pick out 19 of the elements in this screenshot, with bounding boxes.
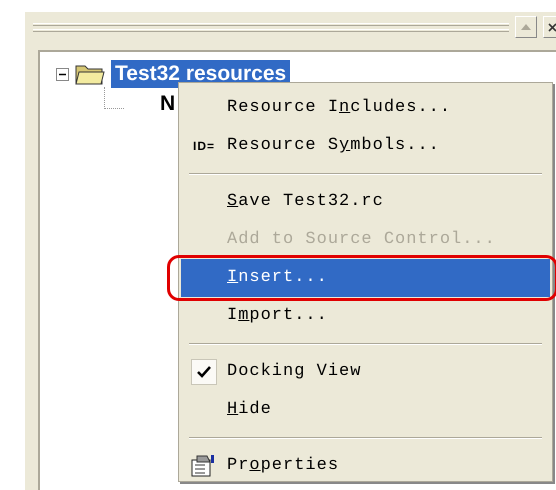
menu-item-label: Resource Symbols... xyxy=(227,135,440,158)
menu-item-label: Pr o perties xyxy=(227,455,340,478)
menu-item-label: H ide xyxy=(227,399,272,422)
menu-item[interactable]: Save Test32.rc xyxy=(181,183,550,221)
menu-item-label: I nsert... xyxy=(227,267,328,290)
menu-item[interactable]: Docking View xyxy=(181,353,550,391)
menu-item[interactable]: ID= Resource Symbols... xyxy=(181,127,550,165)
menu-item-label: Save Test32.rc xyxy=(227,191,384,214)
menu-item-label: Resource I ncludes... xyxy=(227,97,452,120)
menu-item[interactable]: H ide xyxy=(181,391,550,429)
menu-item[interactable]: Resource I ncludes... xyxy=(181,89,550,127)
menu-item[interactable]: Pr o perties xyxy=(181,447,550,485)
menu-item-label: Docking View xyxy=(227,361,362,384)
tree-item-label[interactable]: N xyxy=(160,90,176,118)
id-icon: ID= xyxy=(192,137,215,155)
menu-item[interactable]: I mport... xyxy=(181,297,550,335)
menu-item-label: Add to Source Control... xyxy=(227,229,496,252)
menu-item-label: I mport... xyxy=(227,305,328,328)
menu-item[interactable]: I nsert... xyxy=(181,259,550,297)
